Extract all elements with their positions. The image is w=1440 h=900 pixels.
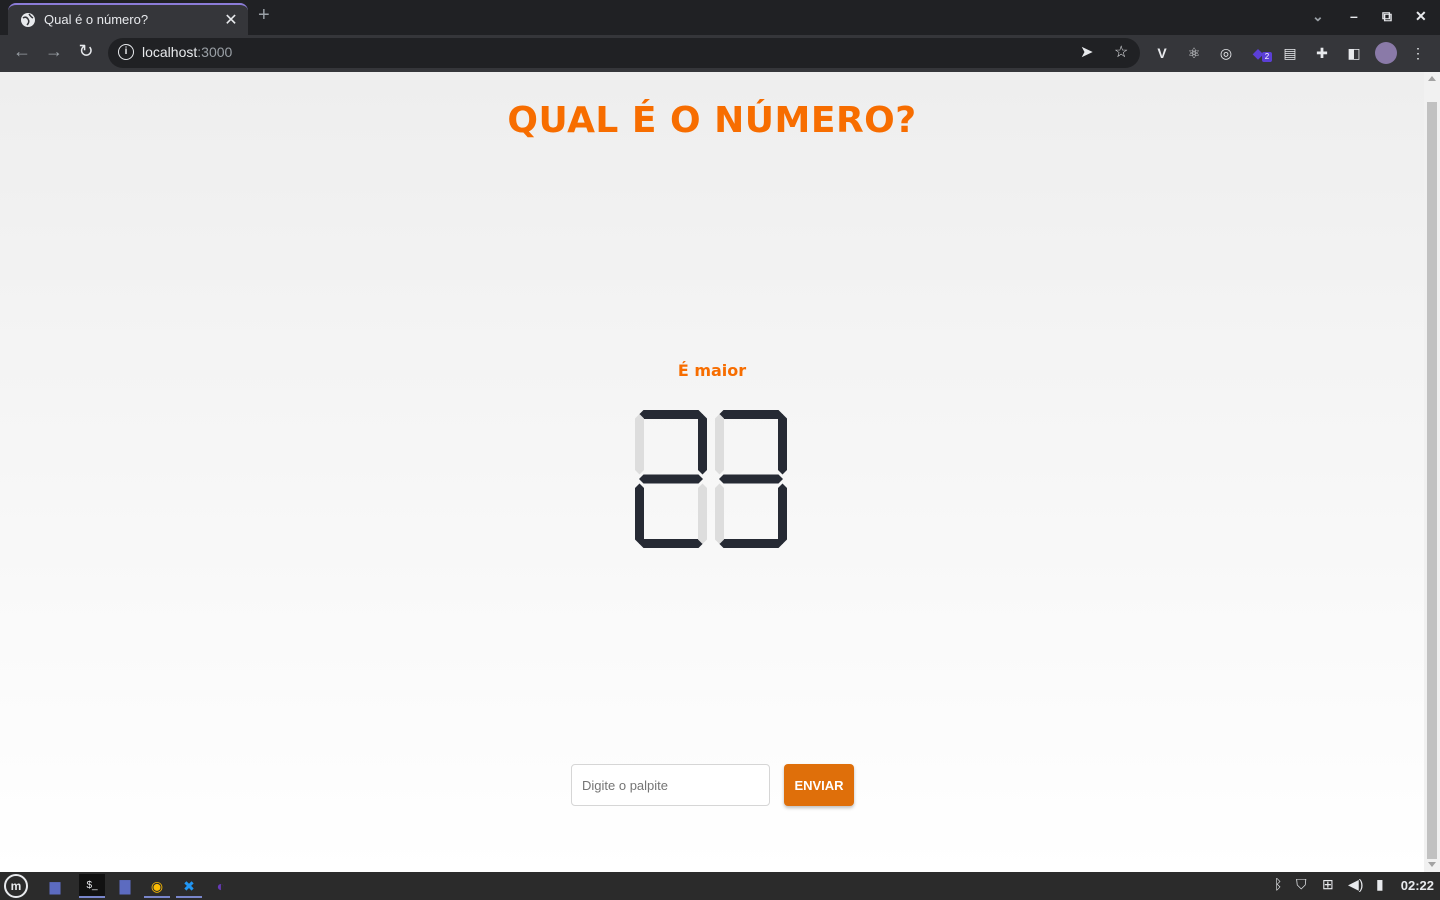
segment-e-digit-2 bbox=[715, 483, 724, 544]
tag-extension-icon[interactable]: ▤ bbox=[1279, 42, 1301, 64]
url-port: :3000 bbox=[197, 44, 233, 60]
guess-input[interactable] bbox=[571, 764, 770, 806]
reload-button[interactable]: ↻ bbox=[74, 41, 98, 62]
scrollbar[interactable] bbox=[1424, 72, 1440, 872]
segment-g-digit-2 bbox=[719, 474, 783, 484]
browser-tab[interactable]: Qual é o número? ✕ bbox=[8, 3, 248, 35]
vue-devtools-icon[interactable]: V bbox=[1151, 42, 1173, 64]
hint-text: É maior bbox=[677, 361, 747, 380]
back-button[interactable]: ← bbox=[10, 41, 34, 62]
segment-f-digit-2 bbox=[715, 414, 724, 475]
shield-icon[interactable]: ⛉ bbox=[1296, 876, 1307, 893]
puzzle-extensions-icon[interactable]: ✚ bbox=[1311, 42, 1333, 64]
bluetooth-icon[interactable]: ᛒ bbox=[1274, 876, 1282, 892]
globe-icon bbox=[21, 13, 35, 27]
vscode-icon[interactable]: ✖ bbox=[176, 874, 202, 898]
segment-b-digit-1 bbox=[698, 414, 707, 475]
network-icon[interactable]: ⊞ bbox=[1322, 876, 1334, 893]
submit-button[interactable]: ENVIAR bbox=[784, 764, 854, 806]
browser-tab-bar: Qual é o número? ✕ + ⌄ – ⧉ ✕ bbox=[0, 0, 1440, 35]
bookmark-star-icon[interactable]: ☆ bbox=[1114, 42, 1128, 62]
page-title: QUAL É O NÚMERO? bbox=[507, 100, 917, 141]
segment-d-digit-2 bbox=[719, 539, 783, 548]
files-folder-icon[interactable]: ▇ bbox=[112, 874, 138, 898]
clock[interactable]: 02:22 bbox=[1401, 878, 1434, 893]
target-extension-icon[interactable]: ◎ bbox=[1215, 42, 1237, 64]
segment-g-digit-1 bbox=[639, 474, 703, 484]
seven-segment-display bbox=[635, 410, 795, 548]
segment-d-digit-1 bbox=[639, 539, 703, 548]
segment-f-digit-1 bbox=[635, 414, 644, 475]
profile-avatar[interactable] bbox=[1375, 42, 1397, 64]
show-desktop-icon[interactable]: ▆ bbox=[42, 874, 68, 898]
segment-a-digit-1 bbox=[639, 410, 703, 419]
seven-segment-svg bbox=[635, 410, 787, 548]
segment-c-digit-1 bbox=[698, 483, 707, 544]
forward-button[interactable]: → bbox=[42, 41, 66, 62]
maximize-button[interactable]: ⧉ bbox=[1382, 8, 1392, 25]
address-bar[interactable]: i localhost:3000 ➤ ☆ bbox=[108, 38, 1140, 68]
scrollbar-thumb[interactable] bbox=[1427, 102, 1437, 859]
url-text: localhost:3000 bbox=[142, 44, 232, 60]
info-icon[interactable]: i bbox=[118, 44, 134, 60]
scroll-down-icon[interactable] bbox=[1428, 862, 1436, 867]
volume-icon[interactable]: ◀) bbox=[1348, 876, 1363, 893]
segment-b-digit-2 bbox=[778, 414, 787, 475]
new-tab-button[interactable]: + bbox=[258, 4, 270, 27]
minimize-button[interactable]: – bbox=[1350, 8, 1358, 24]
send-tab-icon[interactable]: ➤ bbox=[1080, 42, 1093, 62]
menu-logo-icon[interactable]: m bbox=[4, 874, 28, 898]
segment-e-digit-1 bbox=[635, 483, 644, 544]
tab-title: Qual é o número? bbox=[44, 12, 149, 27]
app-launcher-icon[interactable]: ◐ bbox=[208, 874, 234, 898]
page-content: QUAL É O NÚMERO? É maior ENVIAR bbox=[0, 72, 1424, 872]
url-host: localhost bbox=[142, 44, 198, 60]
extension-badge-count: 2 bbox=[1262, 52, 1272, 62]
os-taskbar: m ▆ $_ ▇ ◉ ✖ ◐ ᛒ ⛉ ⊞ ◀) ▮ 02:22 bbox=[0, 872, 1440, 900]
react-devtools-icon[interactable]: ⚛ bbox=[1183, 42, 1205, 64]
segment-a-digit-2 bbox=[719, 410, 783, 419]
tab-search-icon[interactable]: ⌄ bbox=[1312, 8, 1324, 25]
menu-kebab-icon[interactable]: ⋮ bbox=[1407, 42, 1429, 64]
browser-toolbar: ← → ↻ i localhost:3000 ➤ ☆ V ⚛ ◎ ◆ 2 ▤ ✚… bbox=[0, 35, 1440, 72]
battery-icon[interactable]: ▮ bbox=[1376, 876, 1384, 893]
close-window-button[interactable]: ✕ bbox=[1415, 8, 1427, 25]
terminal-icon[interactable]: $_ bbox=[79, 874, 105, 898]
side-panel-icon[interactable]: ◧ bbox=[1343, 42, 1365, 64]
chrome-icon[interactable]: ◉ bbox=[144, 874, 170, 898]
tab-close-icon[interactable]: ✕ bbox=[222, 10, 240, 30]
segment-c-digit-2 bbox=[778, 483, 787, 544]
scroll-up-icon[interactable] bbox=[1428, 76, 1436, 81]
